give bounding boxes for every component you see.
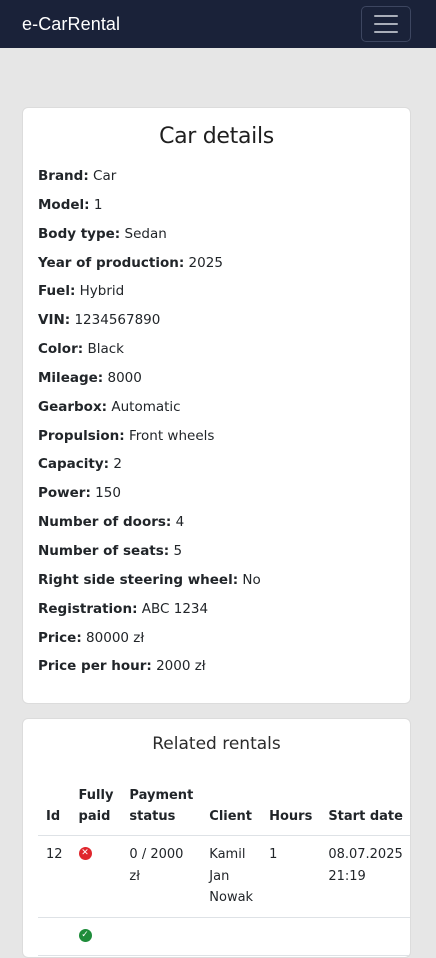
cell-payment-status: [121, 917, 201, 956]
detail-value: Sedan: [125, 226, 167, 242]
hamburger-menu-icon[interactable]: [361, 6, 411, 42]
menu-bar-3: [374, 31, 398, 33]
cell-client: KamilJanNowak: [201, 836, 261, 918]
detail-row-color: Color: Black: [38, 340, 410, 369]
x-circle-icon: ✕: [79, 847, 92, 860]
detail-row-registration: Registration: ABC 1234: [38, 600, 410, 629]
detail-value: Automatic: [111, 399, 180, 415]
detail-value: Black: [87, 341, 124, 357]
detail-label: Capacity:: [38, 456, 109, 472]
detail-value: Hybrid: [80, 283, 125, 299]
detail-row-vin: VIN: 1234567890: [38, 311, 410, 340]
col-id-header: Id: [38, 781, 71, 836]
detail-row-year: Year of production: 2025: [38, 254, 410, 283]
detail-row-model: Model: 1: [38, 196, 410, 225]
detail-row-doors: Number of doors: 4: [38, 513, 410, 542]
detail-label: Registration:: [38, 601, 137, 617]
detail-row-body-type: Body type: Sedan: [38, 225, 410, 254]
details-list: Brand: Car Model: 1 Body type: Sedan Yea…: [23, 167, 410, 686]
cell-hours: [261, 917, 320, 956]
cell-id: [38, 917, 71, 956]
detail-value: 2: [113, 456, 122, 472]
detail-label: Power:: [38, 485, 91, 501]
detail-row-steering: Right side steering wheel: No: [38, 571, 410, 600]
detail-value: ABC 1234: [142, 601, 208, 617]
detail-value: 1: [94, 197, 103, 213]
navbar: e-CarRental: [0, 0, 436, 48]
detail-row-gearbox: Gearbox: Automatic: [38, 398, 410, 427]
detail-value: 150: [95, 485, 121, 501]
cell-hours: 1: [261, 836, 320, 918]
brand-logo[interactable]: e-CarRental: [22, 14, 120, 35]
rentals-table: Id Fullypaid Paymentstatus Client Hours …: [38, 781, 411, 956]
detail-label: Brand:: [38, 168, 89, 184]
detail-row-fuel: Fuel: Hybrid: [38, 282, 410, 311]
detail-value: 2000 zł: [156, 658, 206, 674]
col-start-date-header: Start date: [320, 781, 411, 836]
menu-bar-1: [374, 15, 398, 17]
detail-row-price: Price: 80000 zł: [38, 629, 410, 658]
detail-label: Price per hour:: [38, 658, 152, 674]
detail-value: 8000: [107, 370, 141, 386]
check-circle-icon: ✓: [79, 929, 92, 942]
cell-start-date: 08.07.202521:19: [320, 836, 411, 918]
detail-value: 2025: [189, 255, 223, 271]
cell-start-date: [320, 917, 411, 956]
car-details-title: Car details: [23, 124, 410, 149]
detail-value: No: [242, 572, 260, 588]
detail-label: Propulsion:: [38, 428, 125, 444]
detail-label: Color:: [38, 341, 83, 357]
col-hours-header: Hours: [261, 781, 320, 836]
detail-label: Right side steering wheel:: [38, 572, 238, 588]
detail-label: Gearbox:: [38, 399, 107, 415]
detail-row-brand: Brand: Car: [38, 167, 410, 196]
cell-fully-paid: ✕: [71, 836, 122, 918]
detail-label: Number of doors:: [38, 514, 171, 530]
cell-id: 12: [38, 836, 71, 918]
detail-label: Body type:: [38, 226, 120, 242]
table-row[interactable]: 12 ✕ 0 / 2000zł KamilJanNowak 1 08.07.20…: [38, 836, 411, 918]
detail-label: Price:: [38, 630, 82, 646]
detail-label: Model:: [38, 197, 90, 213]
detail-row-seats: Number of seats: 5: [38, 542, 410, 571]
detail-label: VIN:: [38, 312, 70, 328]
col-payment-status-header: Paymentstatus: [121, 781, 201, 836]
cell-client: [201, 917, 261, 956]
detail-label: Number of seats:: [38, 543, 169, 559]
related-rentals-card: Related rentals Id Fullypaid Paymentstat…: [22, 718, 411, 958]
detail-value: 80000 zł: [86, 630, 144, 646]
detail-row-power: Power: 150: [38, 484, 410, 513]
rentals-table-scroll[interactable]: Id Fullypaid Paymentstatus Client Hours …: [38, 781, 411, 956]
table-row[interactable]: ✓: [38, 917, 411, 956]
related-rentals-title: Related rentals: [23, 734, 410, 754]
detail-row-price-per-hour: Price per hour: 2000 zł: [38, 657, 410, 686]
table-header-row: Id Fullypaid Paymentstatus Client Hours …: [38, 781, 411, 836]
car-details-card: Car details Brand: Car Model: 1 Body typ…: [22, 107, 411, 704]
col-client-header: Client: [201, 781, 261, 836]
detail-value: Car: [93, 168, 116, 184]
col-fully-paid-header: Fullypaid: [71, 781, 122, 836]
detail-label: Mileage:: [38, 370, 103, 386]
detail-row-propulsion: Propulsion: Front wheels: [38, 427, 410, 456]
detail-value: 1234567890: [74, 312, 160, 328]
detail-row-mileage: Mileage: 8000: [38, 369, 410, 398]
detail-value: 5: [174, 543, 183, 559]
detail-value: 4: [176, 514, 185, 530]
detail-label: Year of production:: [38, 255, 184, 271]
cell-payment-status: 0 / 2000zł: [121, 836, 201, 918]
menu-bar-2: [374, 23, 398, 25]
detail-row-capacity: Capacity: 2: [38, 455, 410, 484]
cell-fully-paid: ✓: [71, 917, 122, 956]
detail-label: Fuel:: [38, 283, 75, 299]
detail-value: Front wheels: [129, 428, 214, 444]
